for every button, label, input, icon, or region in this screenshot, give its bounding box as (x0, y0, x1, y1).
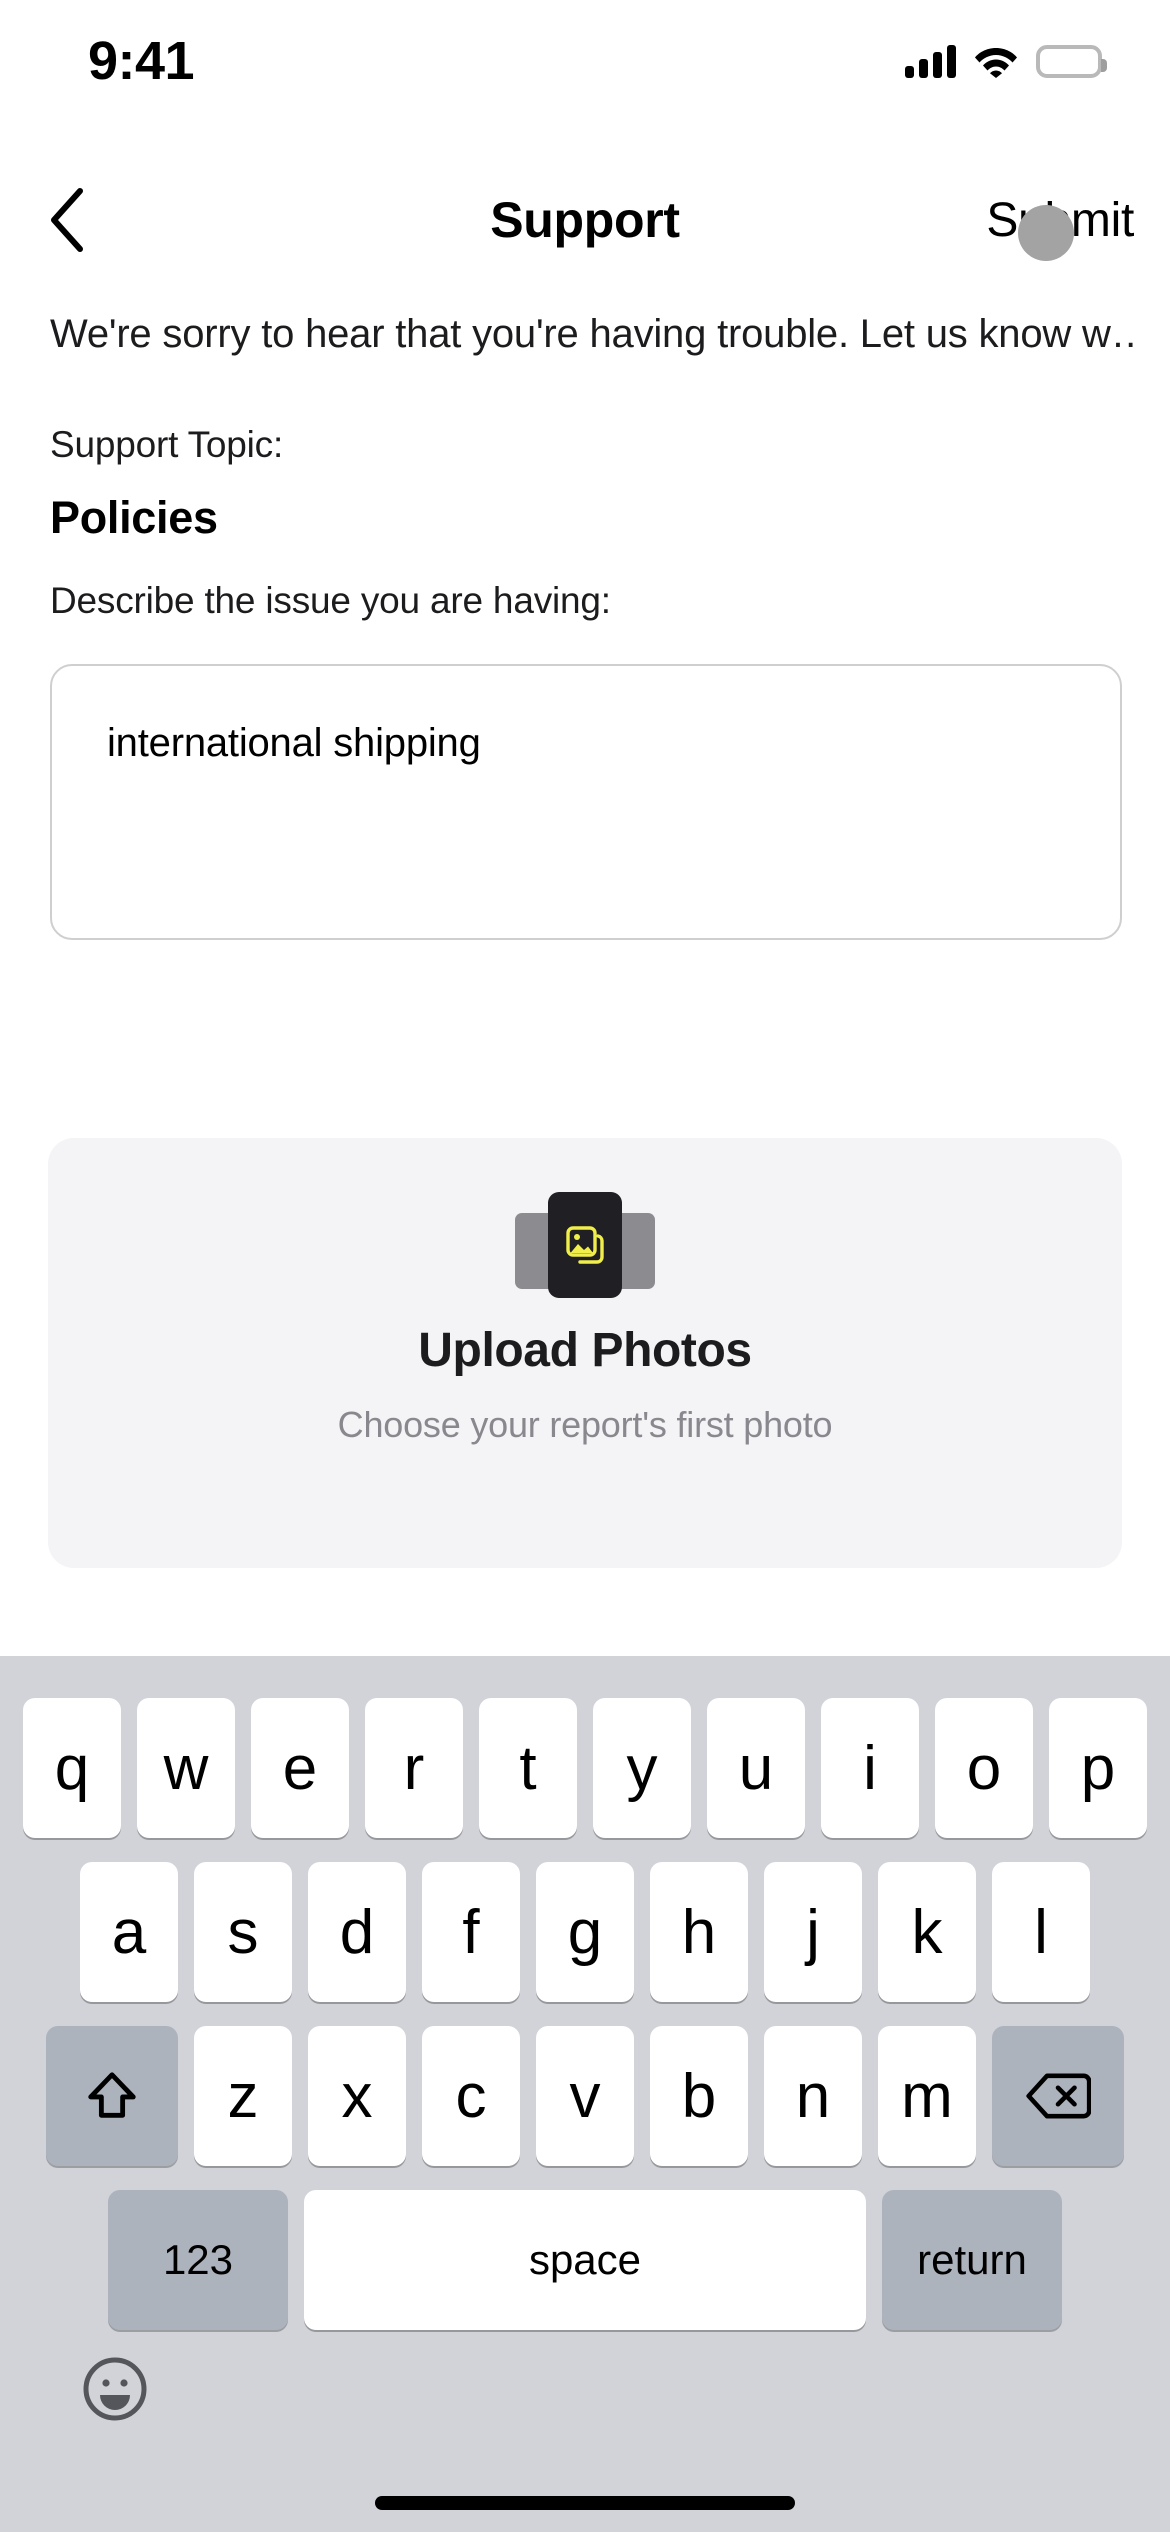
key-z[interactable]: z (194, 2026, 292, 2166)
key-t[interactable]: t (479, 1698, 577, 1838)
key-k[interactable]: k (878, 1862, 976, 2002)
keyboard-row-3: z x c v b n m (0, 2026, 1170, 2166)
status-indicators (905, 44, 1112, 78)
upload-photos-title: Upload Photos (418, 1324, 752, 1377)
key-r[interactable]: r (365, 1698, 463, 1838)
key-q[interactable]: q (23, 1698, 121, 1838)
key-o[interactable]: o (935, 1698, 1033, 1838)
issue-description-value: international shipping (107, 721, 481, 765)
return-key[interactable]: return (882, 2190, 1062, 2330)
key-h[interactable]: h (650, 1862, 748, 2002)
cellular-signal-icon (905, 44, 956, 78)
keyboard-row-4: 123 space return (0, 2190, 1170, 2330)
touch-cursor-indicator (1018, 205, 1074, 261)
key-c[interactable]: c (422, 2026, 520, 2166)
key-w[interactable]: w (137, 1698, 235, 1838)
battery-full-icon (1036, 44, 1107, 78)
key-d[interactable]: d (308, 1862, 406, 2002)
key-m[interactable]: m (878, 2026, 976, 2166)
key-j[interactable]: j (764, 1862, 862, 2002)
upload-photos-subtitle: Choose your report's first photo (337, 1404, 833, 1445)
keyboard-bottom-bar (0, 2356, 1170, 2476)
backspace-key[interactable] (992, 2026, 1124, 2166)
key-f[interactable]: f (422, 1862, 520, 2002)
status-bar: 9:41 (0, 0, 1170, 100)
key-n[interactable]: n (764, 2026, 862, 2166)
key-y[interactable]: y (593, 1698, 691, 1838)
key-a[interactable]: a (80, 1862, 178, 2002)
key-i[interactable]: i (821, 1698, 919, 1838)
key-u[interactable]: u (707, 1698, 805, 1838)
issue-description-input[interactable]: international shipping (50, 664, 1122, 940)
keyboard-row-1: q w e r t y u i o p (0, 1698, 1170, 1838)
key-e[interactable]: e (251, 1698, 349, 1838)
intro-text: We're sorry to hear that you're having t… (50, 312, 1140, 356)
backspace-delete-icon (1025, 2070, 1091, 2122)
navigation-bar: Support Submit (0, 165, 1170, 285)
image-icon (566, 1226, 604, 1264)
keyboard-row-2: a s d f g h j k l (0, 1862, 1170, 2002)
support-topic-label: Support Topic: (50, 424, 284, 465)
key-p[interactable]: p (1049, 1698, 1147, 1838)
emoji-smiley-icon (82, 2356, 148, 2422)
key-s[interactable]: s (194, 1862, 292, 2002)
support-topic-value[interactable]: Policies (50, 492, 218, 544)
key-g[interactable]: g (536, 1862, 634, 2002)
key-v[interactable]: v (536, 2026, 634, 2166)
photo-card-center (548, 1192, 622, 1298)
upload-photos-card[interactable]: Upload Photos Choose your report's first… (48, 1138, 1122, 1568)
key-x[interactable]: x (308, 2026, 406, 2166)
home-indicator-bar (375, 2496, 795, 2510)
key-b[interactable]: b (650, 2026, 748, 2166)
shift-arrow-icon (83, 2067, 141, 2125)
emoji-key[interactable] (82, 2356, 148, 2422)
space-key[interactable]: space (304, 2190, 866, 2330)
phone-screen: 9:41 Support We're sorry to hear that yo… (0, 0, 1170, 2532)
key-l[interactable]: l (992, 1862, 1090, 2002)
describe-issue-label: Describe the issue you are having: (50, 580, 611, 621)
wifi-icon (974, 44, 1018, 78)
status-time: 9:41 (88, 31, 195, 91)
shift-key[interactable] (46, 2026, 178, 2166)
photo-stack-icon (505, 1184, 665, 1306)
numbers-key[interactable]: 123 (108, 2190, 288, 2330)
on-screen-keyboard: q w e r t y u i o p a s d f g h j k l z … (0, 1656, 1170, 2532)
